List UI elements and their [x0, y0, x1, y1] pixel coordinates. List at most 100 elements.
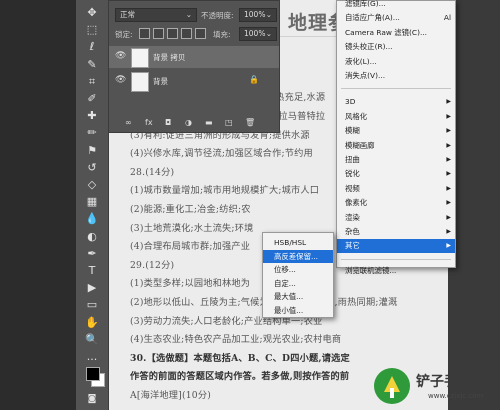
submenu-arrow-icon: ▶ — [446, 112, 451, 120]
submenu-arrow-icon: ▶ — [446, 184, 451, 192]
adjustment-icon[interactable]: ◑ — [185, 118, 192, 127]
filter-menu-item[interactable]: 扭曲 ▶ — [337, 153, 455, 167]
move-icon[interactable]: ✥ — [83, 6, 101, 20]
hand-icon[interactable]: ✋ — [83, 316, 101, 330]
lock-transparent-icon[interactable] — [139, 28, 150, 39]
filter-menu-item[interactable]: 风格化 ▶ — [337, 110, 455, 124]
lock-icon: 🔒 — [249, 75, 259, 84]
filter-menu-item[interactable]: 液化(L)... — [337, 55, 455, 69]
submenu-item[interactable]: HSB/HSL — [263, 236, 333, 249]
opacity-label: 不透明度: — [201, 11, 234, 20]
filter-menu-item[interactable]: 浏览联机滤镜... — [337, 264, 455, 278]
filter-menu-item[interactable]: 视频 ▶ — [337, 182, 455, 196]
more-tools-icon[interactable]: ··· — [83, 353, 101, 367]
menu-item-label: 浏览联机滤镜... — [345, 265, 397, 275]
crop-icon[interactable]: ⌗ — [83, 75, 101, 89]
new-layer-icon[interactable]: ◳ — [225, 118, 233, 127]
filter-menu: 滤镜库(G)... 自适应广角(A)... Al Camera Raw 滤镜(C)..… — [336, 0, 456, 275]
type-icon[interactable]: T — [83, 264, 101, 278]
other-filter-submenu: HSB/HSL 高反差保留... 位移... 自定... 最大值... 最小值... — [262, 232, 334, 318]
blur-icon[interactable]: 💧 — [83, 212, 101, 226]
blend-mode-select[interactable]: 正常 ⌄ — [115, 8, 197, 22]
filter-menu-item[interactable]: 自适应广角(A)... Al — [337, 11, 455, 25]
fx-icon[interactable]: fx — [145, 118, 153, 127]
lock-pixels-icon[interactable] — [153, 28, 164, 39]
document-line: 29.(12分) — [130, 259, 175, 271]
trash-icon[interactable]: 🗑 — [245, 118, 255, 127]
lasso-icon[interactable]: ℓ — [83, 40, 101, 54]
layer-row[interactable]: 👁 背景 拷贝 — [109, 46, 279, 68]
submenu-item[interactable]: 最小值... — [263, 304, 333, 317]
submenu-arrow-icon: ▶ — [446, 141, 451, 149]
document-line: (2)能源;重化工;冶金;纺织;农 — [130, 204, 251, 215]
filter-menu-item[interactable]: 模糊 ▶ — [337, 124, 455, 138]
document-line: (4)兴修水库,调节径流;加强区域合作;节约用 — [130, 148, 313, 160]
menu-item-label: Camera Raw 滤镜(C)... — [345, 27, 428, 37]
document-line: (4)合理布局城市群;加强产业 — [130, 241, 251, 253]
group-icon[interactable]: ▬ — [205, 118, 213, 127]
submenu-item[interactable]: 高反差保留... — [263, 249, 333, 263]
zoom-icon[interactable]: 🔍 — [83, 333, 101, 347]
mask-icon[interactable]: ◘ — [165, 118, 171, 127]
foreground-color-swatch[interactable] — [86, 367, 100, 381]
layer-row[interactable]: 👁 背景 🔒 — [109, 70, 279, 92]
lock-artboard-icon[interactable] — [181, 28, 192, 39]
quick-mask-icon[interactable]: ◙ — [83, 392, 101, 406]
menu-item-label: 模糊 — [345, 126, 360, 136]
lock-options[interactable] — [139, 28, 209, 39]
filter-menu-item[interactable]: 模糊画廊 ▶ — [337, 139, 455, 153]
watermark: 铲子手游网 www.czjxjc.com — [372, 366, 496, 406]
dodge-icon[interactable]: ◐ — [83, 230, 101, 244]
menu-item-label: 像素化 — [345, 198, 368, 208]
marquee-icon[interactable]: ⬚ — [83, 23, 101, 37]
menu-item-label: 扭曲 — [345, 155, 360, 164]
filter-menu-item[interactable]: 像素化 ▶ — [337, 196, 455, 210]
watermark-name: 铲子手游网 — [416, 374, 486, 390]
eraser-icon[interactable]: ◇ — [83, 178, 101, 192]
document-line: 28.(14分) — [130, 166, 175, 178]
filter-menu-item[interactable]: 杂色 ▶ — [337, 225, 455, 239]
submenu-item[interactable]: 位移... — [263, 263, 333, 276]
filter-menu-item[interactable]: Camera Raw 滤镜(C)... — [337, 26, 455, 40]
visibility-eye-icon[interactable]: 👁 — [115, 75, 126, 85]
filter-menu-item[interactable]: 镜头校正(R)... — [337, 40, 455, 54]
menu-item-label: 杂色 — [345, 227, 360, 236]
filter-menu-item[interactable]: 渲染 ▶ — [337, 211, 455, 225]
opacity-field[interactable]: 100% ⌄ — [239, 8, 277, 22]
filter-menu-item[interactable]: 3D ▶ — [337, 95, 455, 109]
menu-item-label: 风格化 — [345, 111, 368, 121]
visibility-eye-icon[interactable]: 👁 — [115, 51, 126, 61]
lock-all-icon[interactable] — [195, 28, 206, 39]
filter-menu-item[interactable]: 消失点(V)... — [337, 69, 455, 83]
submenu-arrow-icon: ▶ — [446, 242, 451, 250]
document-line: A[海洋地理](10分) — [130, 390, 212, 401]
document-line: (3)土地荒漠化;水土流失;环境 — [130, 222, 254, 234]
brush-icon[interactable]: ✏ — [83, 126, 101, 140]
rectangle-icon[interactable]: ▭ — [83, 298, 101, 312]
fill-field[interactable]: 100% ⌄ — [239, 27, 277, 41]
document-line: (1)城市数量增加;城市用地规模扩大;城市人口 — [130, 185, 320, 197]
menu-item-label: 镜头校正(R)... — [345, 42, 393, 52]
history-brush-icon[interactable]: ↺ — [83, 161, 101, 175]
fill-label: 填充: — [213, 30, 231, 39]
lock-position-icon[interactable] — [167, 28, 178, 39]
link-icon[interactable]: ∞ — [125, 118, 132, 127]
quick-select-icon[interactable]: ✎ — [83, 58, 101, 72]
filter-menu-item[interactable]: 锐化 ▶ — [337, 167, 455, 181]
pen-icon[interactable]: ✒ — [83, 247, 101, 261]
filter-menu-item[interactable]: 滤镜库(G)... — [337, 0, 455, 11]
filter-menu-item[interactable]: 其它 ▶ — [337, 239, 455, 254]
submenu-item[interactable]: 最大值... — [263, 290, 333, 303]
gradient-icon[interactable]: ▦ — [83, 195, 101, 209]
layer-thumbnail — [131, 72, 149, 92]
healing-icon[interactable]: ✚ — [83, 109, 101, 123]
document-line: 作答的前面的答题区域内作答。若多做,则按作答的前 — [130, 371, 350, 383]
watermark-logo-icon — [374, 368, 410, 404]
watermark-url: www.czjxjc.com — [428, 392, 484, 400]
stamp-icon[interactable]: ⚑ — [83, 144, 101, 158]
submenu-item[interactable]: 自定... — [263, 277, 333, 290]
document-line: (4)生态农业;特色农产品加工业;观光农业;农村电商 — [130, 334, 342, 346]
path-select-icon[interactable]: ▶ — [83, 281, 101, 295]
menu-separator — [341, 258, 451, 260]
eyedropper-icon[interactable]: ✐ — [83, 92, 101, 106]
